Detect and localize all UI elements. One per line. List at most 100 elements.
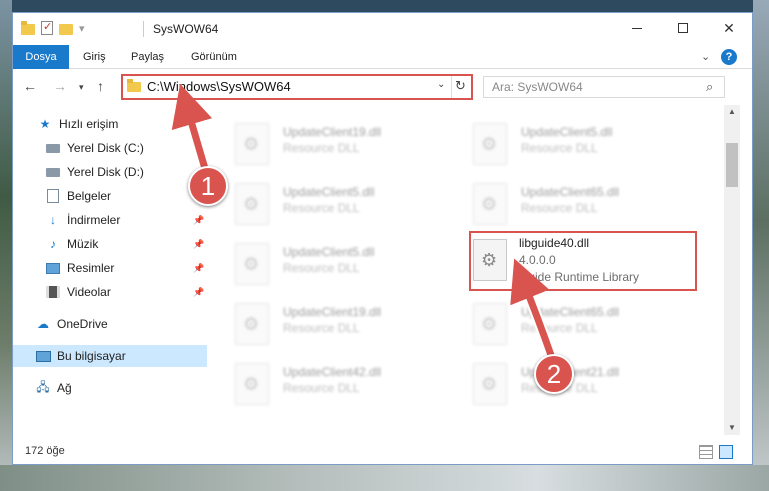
- desktop-wallpaper-right: [753, 0, 769, 491]
- status-bar: 172 öğe: [13, 441, 752, 463]
- dll-file-icon: [235, 183, 269, 225]
- dll-file-icon: [235, 303, 269, 345]
- dll-file-icon: [473, 123, 507, 165]
- pin-icon[interactable]: 📌: [193, 239, 204, 250]
- address-bar[interactable]: C:\Windows\SysWOW64 ⌄ ↻: [121, 74, 473, 100]
- file-name: UpdateClient5.dll: [283, 245, 375, 259]
- item-count: 172 öğe: [25, 445, 65, 457]
- dll-file-icon: [473, 363, 507, 405]
- scroll-up-icon[interactable]: ▲: [728, 107, 736, 116]
- file-description: Resource DLL: [521, 141, 598, 155]
- list-item[interactable]: UpdateClient5.dll Resource DLL: [215, 235, 445, 287]
- minimize-button[interactable]: [614, 13, 660, 43]
- sidebar-item-label: Ağ: [57, 381, 72, 395]
- file-description: Resource DLL: [521, 201, 598, 215]
- pin-icon[interactable]: 📌: [193, 287, 204, 298]
- list-item[interactable]: UpdateClient5.dll Resource DLL: [215, 175, 445, 227]
- recent-locations-button[interactable]: ▾: [79, 82, 84, 93]
- list-item[interactable]: UpdateClient19.dll Resource DLL: [215, 115, 445, 167]
- file-description: Guide Runtime Library: [519, 270, 640, 284]
- list-item-libguide40[interactable]: libguide40.dll 4.0.0.0 Guide Runtime Lib…: [469, 231, 697, 291]
- list-item[interactable]: UpdateClient65.dll Resource DLL: [453, 295, 683, 347]
- details-view-icon[interactable]: [699, 445, 713, 459]
- tab-view[interactable]: Görünüm: [191, 45, 237, 69]
- tab-home[interactable]: Giriş: [83, 45, 106, 69]
- file-name: UpdateClient19.dll: [283, 305, 382, 319]
- music-icon: ♪: [50, 237, 56, 251]
- sidebar-item-videos[interactable]: Videolar 📌: [13, 281, 207, 303]
- back-button[interactable]: ←: [23, 78, 37, 94]
- maximize-icon: [678, 23, 688, 33]
- tab-file[interactable]: Dosya: [13, 45, 69, 69]
- file-version: 4.0.0.0: [519, 253, 556, 267]
- list-item[interactable]: UpdateClient19.dll Resource DLL: [215, 295, 445, 347]
- sidebar-item-pictures[interactable]: Resimler 📌: [13, 257, 207, 279]
- sidebar-item-label: Belgeler: [67, 189, 112, 203]
- computer-icon: [35, 348, 51, 364]
- sidebar-item-label: Yerel Disk (D:): [67, 165, 144, 179]
- file-name: libguide40.dll: [519, 236, 590, 250]
- window-title: SysWOW64: [153, 22, 219, 36]
- large-icons-view-icon[interactable]: [719, 445, 733, 459]
- properties-icon[interactable]: [41, 20, 53, 35]
- expand-ribbon-icon[interactable]: ⌄: [701, 50, 710, 63]
- sidebar-item-label: İndirmeler: [67, 213, 121, 227]
- sidebar-item-label: Yerel Disk (C:): [67, 141, 144, 155]
- dll-file-icon: [235, 363, 269, 405]
- sidebar-item-documents[interactable]: Belgeler: [13, 185, 207, 207]
- sidebar-item-music[interactable]: ♪ Müzik 📌: [13, 233, 207, 255]
- file-description: Resource DLL: [283, 261, 360, 275]
- help-icon[interactable]: ?: [721, 49, 737, 65]
- navigation-bar: ← → ▾ ↑ C:\Windows\SysWOW64 ⌄ ↻ Ara: Sys…: [13, 70, 752, 104]
- sidebar-item-this-pc[interactable]: Bu bilgisayar: [13, 345, 207, 367]
- title-separator: [143, 21, 144, 37]
- sidebar-item-label: Müzik: [67, 237, 99, 251]
- dll-file-icon: [473, 183, 507, 225]
- refresh-button[interactable]: ↻: [455, 78, 466, 94]
- pin-icon[interactable]: 📌: [193, 215, 204, 226]
- search-icon[interactable]: ⌕: [706, 79, 713, 95]
- scrollbar-thumb[interactable]: [726, 143, 738, 187]
- file-name: UpdateClient65.dll: [521, 185, 620, 199]
- sidebar-item-onedrive[interactable]: ☁ OneDrive: [13, 313, 207, 335]
- title-bar: ▾ SysWOW64 ✕: [13, 13, 752, 45]
- sidebar-item-label: Hızlı erişim: [59, 117, 119, 131]
- forward-button[interactable]: →: [53, 78, 67, 94]
- sidebar-item-quick-access[interactable]: ★ Hızlı erişim: [13, 113, 207, 135]
- videos-icon: [45, 284, 61, 300]
- address-field[interactable]: C:\Windows\SysWOW64 ⌄: [123, 76, 452, 98]
- up-button[interactable]: ↑: [97, 78, 104, 94]
- quick-access-toolbar: ▾: [21, 20, 85, 35]
- file-description: Resource DLL: [283, 201, 360, 215]
- scroll-down-icon[interactable]: ▼: [728, 423, 736, 432]
- sidebar-item-network[interactable]: 🖧 Ağ: [13, 377, 207, 399]
- drive-icon: [45, 164, 61, 180]
- desktop-wallpaper-bottom: [0, 465, 769, 491]
- minimize-icon: [632, 27, 642, 29]
- search-input[interactable]: Ara: SysWOW64 ⌕: [483, 76, 725, 98]
- list-item[interactable]: UpdateClient5.dll Resource DLL: [453, 115, 683, 167]
- dll-file-icon: [235, 243, 269, 285]
- sidebar-item-local-disk-d[interactable]: Yerel Disk (D:): [13, 161, 207, 183]
- new-folder-icon[interactable]: [59, 23, 73, 35]
- folder-icon: [127, 79, 141, 92]
- desktop-wallpaper-left: [0, 0, 12, 491]
- customize-toolbar-icon[interactable]: ▾: [79, 22, 85, 35]
- sidebar-item-downloads[interactable]: ↓ İndirmeler 📌: [13, 209, 207, 231]
- close-button[interactable]: ✕: [706, 13, 752, 43]
- tab-share[interactable]: Paylaş: [131, 45, 164, 69]
- address-path[interactable]: C:\Windows\SysWOW64: [147, 79, 291, 94]
- file-name: UpdateClient65.dll: [521, 305, 620, 319]
- file-description: Resource DLL: [283, 381, 360, 395]
- vertical-scrollbar[interactable]: ▲ ▼: [724, 105, 740, 435]
- file-list: UpdateClient19.dll Resource DLL UpdateCl…: [213, 105, 723, 435]
- list-item[interactable]: UpdateClient42.dll Resource DLL: [215, 355, 445, 407]
- pin-icon[interactable]: 📌: [193, 263, 204, 274]
- ribbon-tabs: Dosya Giriş Paylaş Görünüm ⌄ ?: [13, 45, 752, 69]
- dll-file-icon: [473, 303, 507, 345]
- address-dropdown-icon[interactable]: ⌄: [437, 79, 445, 90]
- drive-icon: [45, 140, 61, 156]
- list-item[interactable]: UpdateClient65.dll Resource DLL: [453, 175, 683, 227]
- sidebar-item-local-disk-c[interactable]: Yerel Disk (C:): [13, 137, 207, 159]
- maximize-button[interactable]: [660, 13, 706, 43]
